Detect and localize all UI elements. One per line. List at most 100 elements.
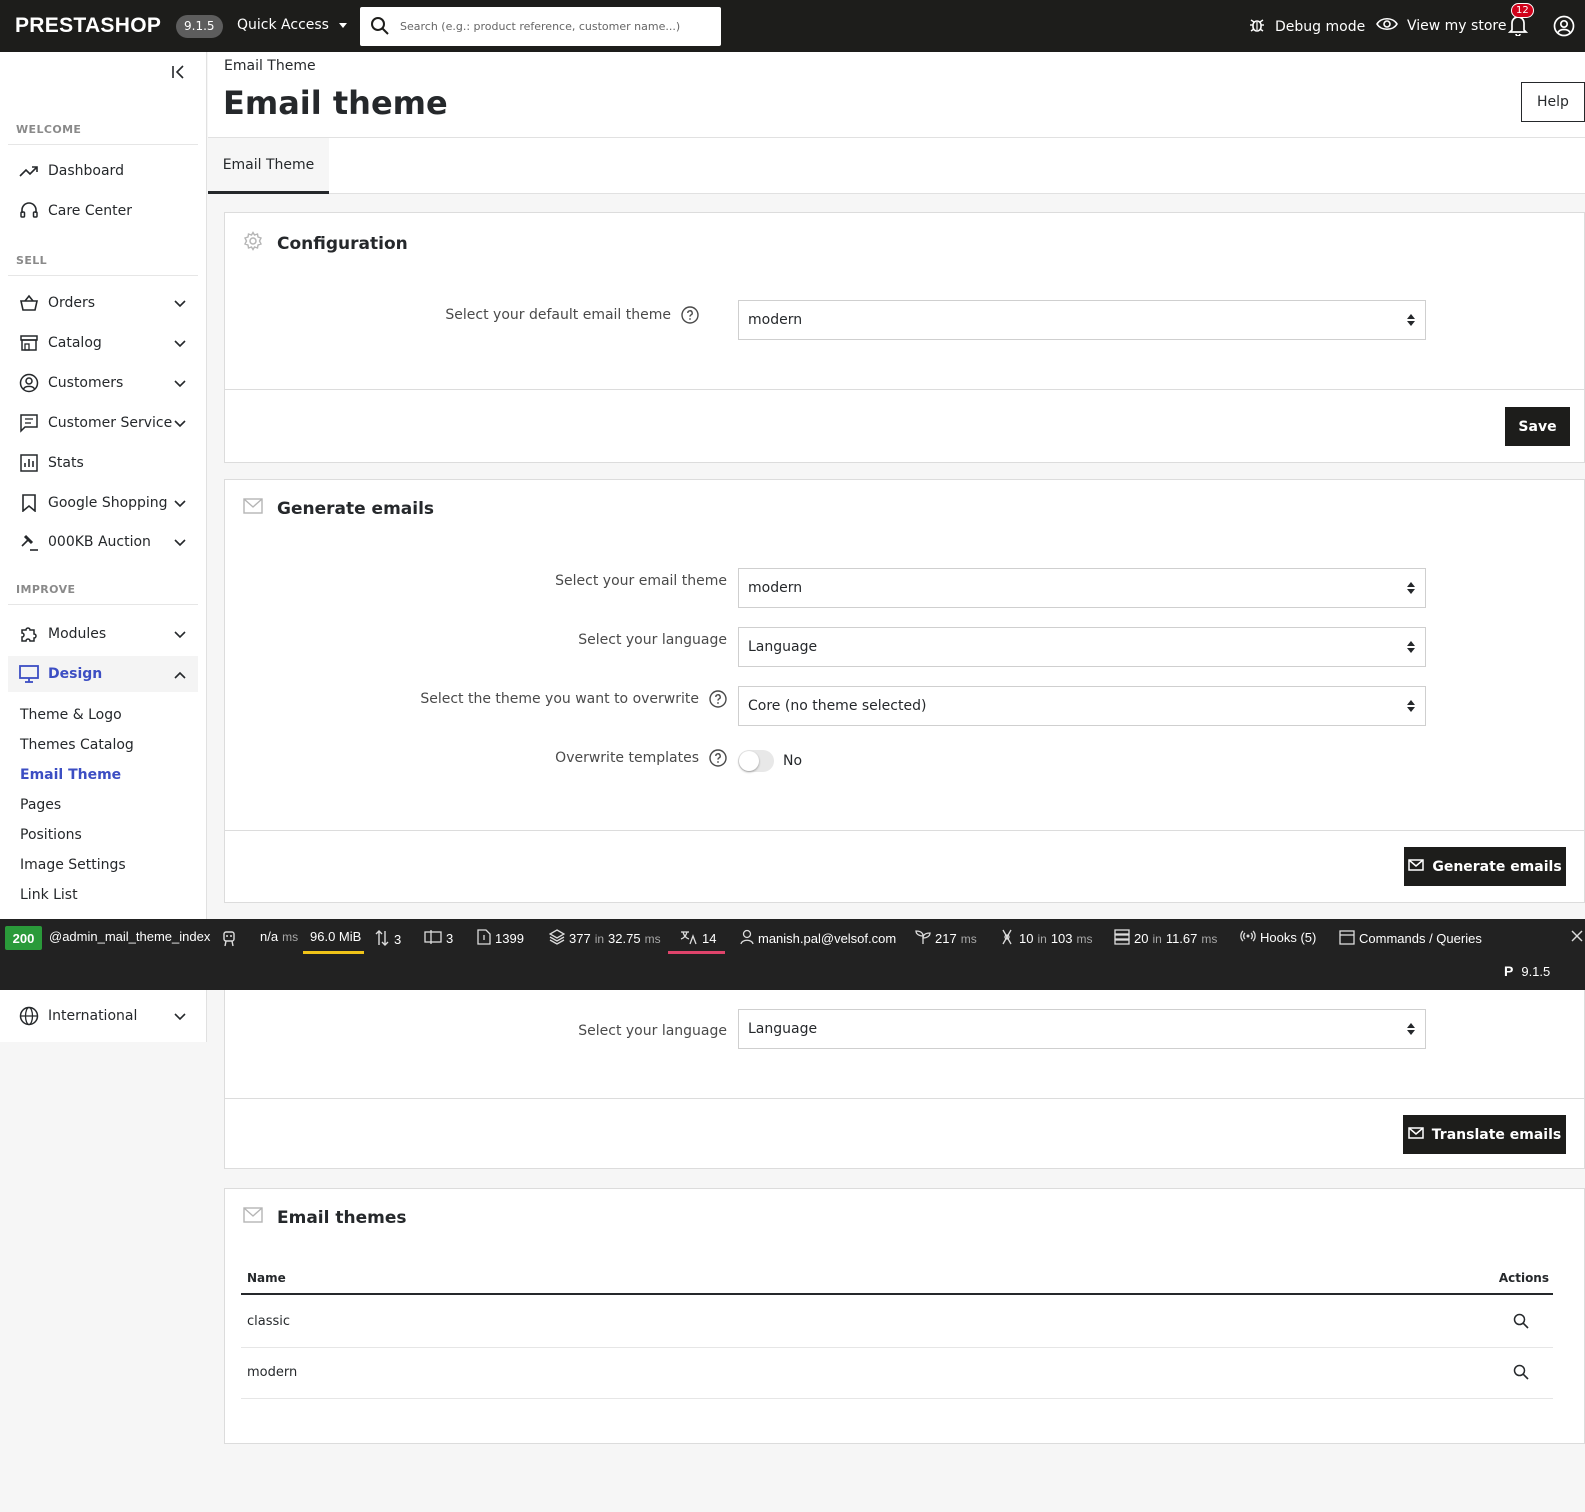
sidebar-item-orders[interactable]: Orders <box>8 285 198 321</box>
submenu-email-theme[interactable]: Email Theme <box>20 767 121 783</box>
user-email: manish.pal@velsof.com <box>758 931 897 946</box>
submenu-image-settings[interactable]: Image Settings <box>20 857 126 873</box>
column-actions: Actions <box>1498 1271 1549 1285</box>
chevron-down-icon <box>174 1009 186 1025</box>
hooks-item[interactable]: Hooks (5) <box>1240 929 1316 946</box>
user-circle-icon <box>18 372 40 394</box>
help-button[interactable]: Help <box>1521 82 1585 122</box>
debug-version[interactable]: P 9.1.5 <box>1504 963 1550 979</box>
chevron-down-icon <box>174 496 186 512</box>
translate-language-select[interactable]: Language <box>738 1009 1426 1049</box>
globe-icon <box>18 1005 40 1027</box>
headset-icon <box>18 200 40 222</box>
sidebar-item-stats[interactable]: Stats <box>8 445 198 481</box>
sort-arrows-icon <box>1407 641 1415 657</box>
account-icon[interactable] <box>1553 15 1575 41</box>
render-unit: ms <box>960 931 977 946</box>
overwrite-templates-label: Overwrite templates <box>555 749 727 767</box>
help-circle-icon[interactable] <box>681 306 699 324</box>
card-divider <box>225 389 1584 390</box>
events-time: 103 <box>1050 931 1073 946</box>
sidebar-item-catalog[interactable]: Catalog <box>8 325 198 361</box>
debug-mode-link[interactable]: Debug mode <box>1248 16 1365 38</box>
default-email-theme-select[interactable]: modern <box>738 300 1426 340</box>
submenu-theme-logo[interactable]: Theme & Logo <box>20 707 122 723</box>
view-store-link[interactable]: View my store <box>1376 16 1506 36</box>
magnifier-icon[interactable] <box>1513 1313 1529 1333</box>
puzzle-icon <box>18 623 40 645</box>
request-time[interactable]: n/a ms <box>260 929 298 944</box>
translate-emails-button[interactable]: Translate emails <box>1403 1115 1566 1154</box>
memory-indicator <box>303 951 364 954</box>
overwrite-theme-label: Select the theme you want to overwrite <box>420 690 727 708</box>
breadcrumb[interactable]: Email Theme <box>224 58 316 74</box>
sidebar-section-sell: SELL <box>16 254 48 267</box>
user-item[interactable]: manish.pal@velsof.com <box>740 929 896 948</box>
documents-item[interactable]: 1399 <box>477 929 524 948</box>
overwrite-theme-select[interactable]: Core (no theme selected) <box>738 686 1426 726</box>
commands-item[interactable]: Commands / Queries <box>1339 929 1482 948</box>
events-item[interactable]: 10 in 103 ms <box>999 929 1093 948</box>
save-button[interactable]: Save <box>1505 407 1570 446</box>
debug-time-item[interactable] <box>221 929 237 950</box>
forms-item[interactable]: 3 <box>424 929 453 948</box>
memory-usage[interactable]: 96.0 MiB <box>310 929 361 944</box>
forms-count: 3 <box>446 931 454 946</box>
magnifier-icon[interactable] <box>1513 1364 1529 1384</box>
translate-icon <box>680 929 698 948</box>
debug-toolbar: 200 @admin_mail_theme_index n/a ms 96.0 … <box>0 919 1585 990</box>
document-icon <box>477 929 491 948</box>
table-row: modern <box>241 1348 1553 1399</box>
arrows-updown-icon <box>374 929 390 950</box>
time-unit: ms <box>282 929 299 944</box>
language-select[interactable]: Language <box>738 627 1426 667</box>
quick-access-dropdown[interactable]: Quick Access <box>237 17 347 33</box>
bug-icon <box>1248 16 1266 38</box>
sidebar-item-dashboard[interactable]: Dashboard <box>8 153 198 189</box>
cache-unit: ms <box>644 931 661 946</box>
search-input[interactable] <box>400 7 715 46</box>
render-item[interactable]: 217 ms <box>915 929 977 948</box>
sidebar-item-modules[interactable]: Modules <box>8 616 198 652</box>
help-circle-icon[interactable] <box>709 749 727 767</box>
user-icon <box>740 929 754 948</box>
chevron-up-icon <box>174 667 186 683</box>
generate-emails-card-header: Generate emails <box>243 498 434 519</box>
sidebar-item-design[interactable]: Design <box>8 656 198 692</box>
cache-time: 32.75 <box>608 931 641 946</box>
header-divider <box>208 137 1585 138</box>
help-circle-icon[interactable] <box>709 690 727 708</box>
prestashop-logo[interactable]: PRESTASHOP <box>15 14 161 38</box>
database-icon <box>1114 929 1130 948</box>
sidebar-item-customers[interactable]: Customers <box>8 365 198 401</box>
sidebar-item-customer-service[interactable]: Customer Service <box>8 405 198 441</box>
sidebar-item-international[interactable]: International <box>8 998 198 1034</box>
collapse-sidebar-icon[interactable] <box>170 64 186 84</box>
search-bar[interactable] <box>360 7 721 46</box>
submenu-link-list[interactable]: Link List <box>20 887 78 903</box>
submenu-themes-catalog[interactable]: Themes Catalog <box>20 737 134 753</box>
database-item[interactable]: 20 in 11.67 ms <box>1114 929 1217 948</box>
sidebar-item-google-shopping[interactable]: Google Shopping <box>8 485 198 521</box>
cache-item[interactable]: 377 in 32.75 ms <box>548 929 661 948</box>
sidebar-item-auction[interactable]: 000KB Auction <box>8 524 198 560</box>
translations-item[interactable]: 14 <box>680 929 716 948</box>
tab-email-theme[interactable]: Email Theme <box>208 138 329 194</box>
sidebar-item-label: Design <box>48 666 103 682</box>
chevron-down-icon <box>174 535 186 551</box>
submenu-pages[interactable]: Pages <box>20 797 61 813</box>
db-in: in <box>1152 931 1162 946</box>
sprout-icon <box>915 929 931 948</box>
close-icon[interactable] <box>1571 930 1583 945</box>
email-theme-select[interactable]: modern <box>738 568 1426 608</box>
overwrite-templates-toggle[interactable] <box>738 750 774 772</box>
sidebar-item-care-center[interactable]: Care Center <box>8 193 198 229</box>
generate-emails-button[interactable]: Generate emails <box>1404 847 1566 886</box>
sort-arrows-icon <box>1407 1023 1415 1039</box>
search-icon[interactable] <box>370 16 390 40</box>
route-name[interactable]: @admin_mail_theme_index <box>49 929 210 944</box>
submenu-positions[interactable]: Positions <box>20 827 82 843</box>
events-count: 10 <box>1019 931 1034 946</box>
requests-item[interactable]: 3 <box>374 929 401 950</box>
status-code-badge[interactable]: 200 <box>5 926 42 950</box>
